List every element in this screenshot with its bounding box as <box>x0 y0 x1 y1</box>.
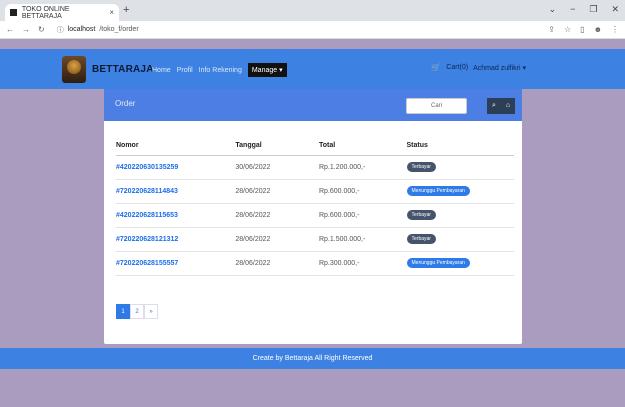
navbar-right: 🛒 Cart(0) Achmad zulfikri ▾ <box>431 63 526 72</box>
main-menu: Home Profil Info Rekening Manage ▾ <box>152 63 287 77</box>
favicon-icon <box>10 9 17 16</box>
status-badge: Terbayar <box>406 210 436 220</box>
header-status: Status <box>406 137 514 156</box>
brand-name[interactable]: BETTARAJA <box>92 64 154 75</box>
url-host: localhost <box>67 26 96 33</box>
browser-tab-bar: TOKO ONLINE BETTARAJA × + ⌄ − ❐ ✕ <box>0 0 625 21</box>
address-bar: ← → ↻ ⓘ localhost/toko_f/order ⇪ ☆ ▯ ☻ ⋮ <box>0 21 625 39</box>
info-icon[interactable]: ⓘ <box>57 25 64 35</box>
sidebar-icon[interactable]: ▯ <box>580 25 584 34</box>
order-date: 30/06/2022 <box>235 155 319 180</box>
star-icon[interactable]: ☆ <box>564 25 571 34</box>
order-number[interactable]: #720220628155557 <box>116 251 236 276</box>
order-total: Rp.300.000,- <box>318 251 407 276</box>
home-icon[interactable]: ⌂ <box>501 98 515 114</box>
order-date: 28/06/2022 <box>235 251 319 276</box>
brand-logo[interactable] <box>62 56 86 83</box>
page-1-button[interactable]: 1 <box>116 304 130 319</box>
close-window-icon[interactable]: ✕ <box>611 4 619 15</box>
table-row: #720220628114843 28/06/2022 Rp.600.000,-… <box>116 179 514 204</box>
window-controls: ⌄ − ❐ ✕ <box>549 4 619 15</box>
menu-info-rekening[interactable]: Info Rekening <box>199 67 242 74</box>
new-tab-button[interactable]: + <box>123 4 129 16</box>
order-number[interactable]: #720220628114843 <box>116 179 236 204</box>
reload-icon[interactable]: ↻ <box>38 25 45 34</box>
header-total: Total <box>318 137 407 156</box>
page-2-button[interactable]: 2 <box>130 304 144 319</box>
menu-profil[interactable]: Profil <box>177 67 193 74</box>
header-tanggal: Tanggal <box>235 137 319 156</box>
forward-icon[interactable]: → <box>22 25 30 34</box>
order-total: Rp.1.500.000,- <box>318 227 407 252</box>
table-row: #720220628121312 28/06/2022 Rp.1.500.000… <box>116 227 514 252</box>
status-badge: Terbayar <box>406 234 436 244</box>
chevron-down-icon[interactable]: ⌄ <box>549 4 557 15</box>
cart-icon[interactable]: 🛒 <box>431 63 441 72</box>
profile-icon[interactable]: ☻ <box>594 25 602 34</box>
card-header: Order Cari ⌕ ⌂ <box>104 89 522 121</box>
user-dropdown[interactable]: Achmad zulfikri ▾ <box>473 64 526 72</box>
url-field[interactable]: ⓘ localhost/toko_f/order <box>57 25 139 35</box>
table-header-row: Nomor Tanggal Total Status <box>116 137 514 156</box>
next-page-button[interactable]: » <box>144 304 158 319</box>
order-date: 28/06/2022 <box>235 179 319 204</box>
tab-close-icon[interactable]: × <box>109 8 114 17</box>
url-path: /toko_f/order <box>99 26 139 33</box>
minimize-icon[interactable]: − <box>570 4 575 15</box>
table-row: #720220628155557 28/06/2022 Rp.300.000,-… <box>116 251 514 276</box>
header-nomor: Nomor <box>116 137 236 156</box>
share-icon[interactable]: ⇪ <box>548 25 555 34</box>
pagination: 1 2 » <box>116 304 158 319</box>
card-title: Order <box>115 99 136 108</box>
order-number[interactable]: #720220628121312 <box>116 227 236 252</box>
menu-home[interactable]: Home <box>152 67 171 74</box>
cart-link[interactable]: Cart(0) <box>446 64 468 71</box>
order-card: Order Cari ⌕ ⌂ Nomor Tanggal Total Statu… <box>104 89 522 344</box>
search-icon[interactable]: ⌕ <box>487 98 501 114</box>
status-badge: Menunggu Pembayaran <box>406 186 470 196</box>
order-total: Rp.1.200.000,- <box>318 155 407 180</box>
order-number[interactable]: #420220630135259 <box>116 155 236 180</box>
order-date: 28/06/2022 <box>235 203 319 228</box>
status-badge: Terbayar <box>406 162 436 172</box>
order-number[interactable]: #420220628115653 <box>116 203 236 228</box>
maximize-icon[interactable]: ❐ <box>589 4 597 15</box>
back-icon[interactable]: ← <box>6 25 14 34</box>
browser-tab[interactable]: TOKO ONLINE BETTARAJA × <box>5 4 119 21</box>
menu-manage-dropdown[interactable]: Manage ▾ <box>247 63 287 77</box>
order-table: Nomor Tanggal Total Status #420220630135… <box>116 137 514 276</box>
status-badge: Menunggu Pembayaran <box>406 258 470 268</box>
more-icon[interactable]: ⋮ <box>611 25 619 34</box>
table-row: #420220628115653 28/06/2022 Rp.600.000,-… <box>116 203 514 228</box>
order-date: 28/06/2022 <box>235 227 319 252</box>
tab-title: TOKO ONLINE BETTARAJA <box>21 5 70 20</box>
order-total: Rp.600.000,- <box>318 203 407 228</box>
search-input[interactable]: Cari <box>406 98 467 114</box>
footer: Create by Bettaraja All Right Reserved <box>0 348 625 369</box>
order-total: Rp.600.000,- <box>318 179 407 204</box>
table-row: #420220630135259 30/06/2022 Rp.1.200.000… <box>116 155 514 180</box>
